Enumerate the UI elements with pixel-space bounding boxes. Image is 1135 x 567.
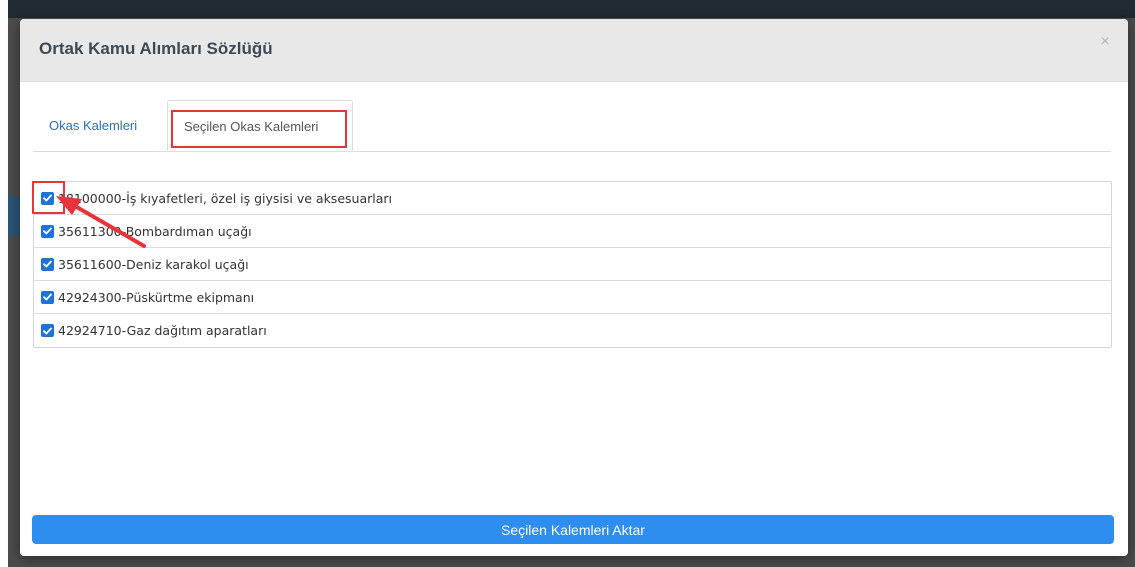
check-icon[interactable] <box>41 290 54 304</box>
modal-header: Ortak Kamu Alımları Sözlüğü × <box>20 19 1128 82</box>
list-item: 18100000-İş kıyafetleri, özel iş giysisi… <box>34 182 1111 215</box>
item-label: 18100000-İş kıyafetleri, özel iş giysisi… <box>58 190 392 206</box>
item-label: 42924710-Gaz dağıtım aparatları <box>58 323 267 338</box>
list-item: 42924300-Püskürtme ekipmanı <box>34 281 1111 314</box>
tab-bar: Okas Kalemleri Seçilen Okas Kalemleri <box>33 100 1111 152</box>
list-item: 35611300-Bombardıman uçağı <box>34 215 1111 248</box>
modal-title: Ortak Kamu Alımları Sözlüğü <box>39 39 273 58</box>
transfer-selected-button[interactable]: Seçilen Kalemleri Aktar <box>32 515 1114 544</box>
list-item: 42924710-Gaz dağıtım aparatları <box>34 314 1111 347</box>
item-label: 35611300-Bombardıman uçağı <box>58 223 252 239</box>
background-sidebar <box>8 196 20 236</box>
item-label: 35611600-Deniz karakol uçağı <box>58 256 249 272</box>
tab-okas-kalemleri[interactable]: Okas Kalemleri <box>33 100 165 150</box>
close-icon[interactable]: × <box>1096 33 1114 51</box>
item-label: 42924300-Püskürtme ekipmanı <box>58 289 255 305</box>
check-icon[interactable] <box>41 324 54 337</box>
check-icon[interactable] <box>41 191 54 205</box>
check-icon[interactable] <box>41 257 54 271</box>
selected-items-list: 18100000-İş kıyafetleri, özel iş giysisi… <box>33 181 1112 348</box>
tab-secilen-okas-kalemleri[interactable]: Seçilen Okas Kalemleri <box>167 100 353 151</box>
list-item: 35611600-Deniz karakol uçağı <box>34 248 1111 281</box>
background-header <box>8 0 1135 18</box>
check-icon[interactable] <box>41 224 54 238</box>
